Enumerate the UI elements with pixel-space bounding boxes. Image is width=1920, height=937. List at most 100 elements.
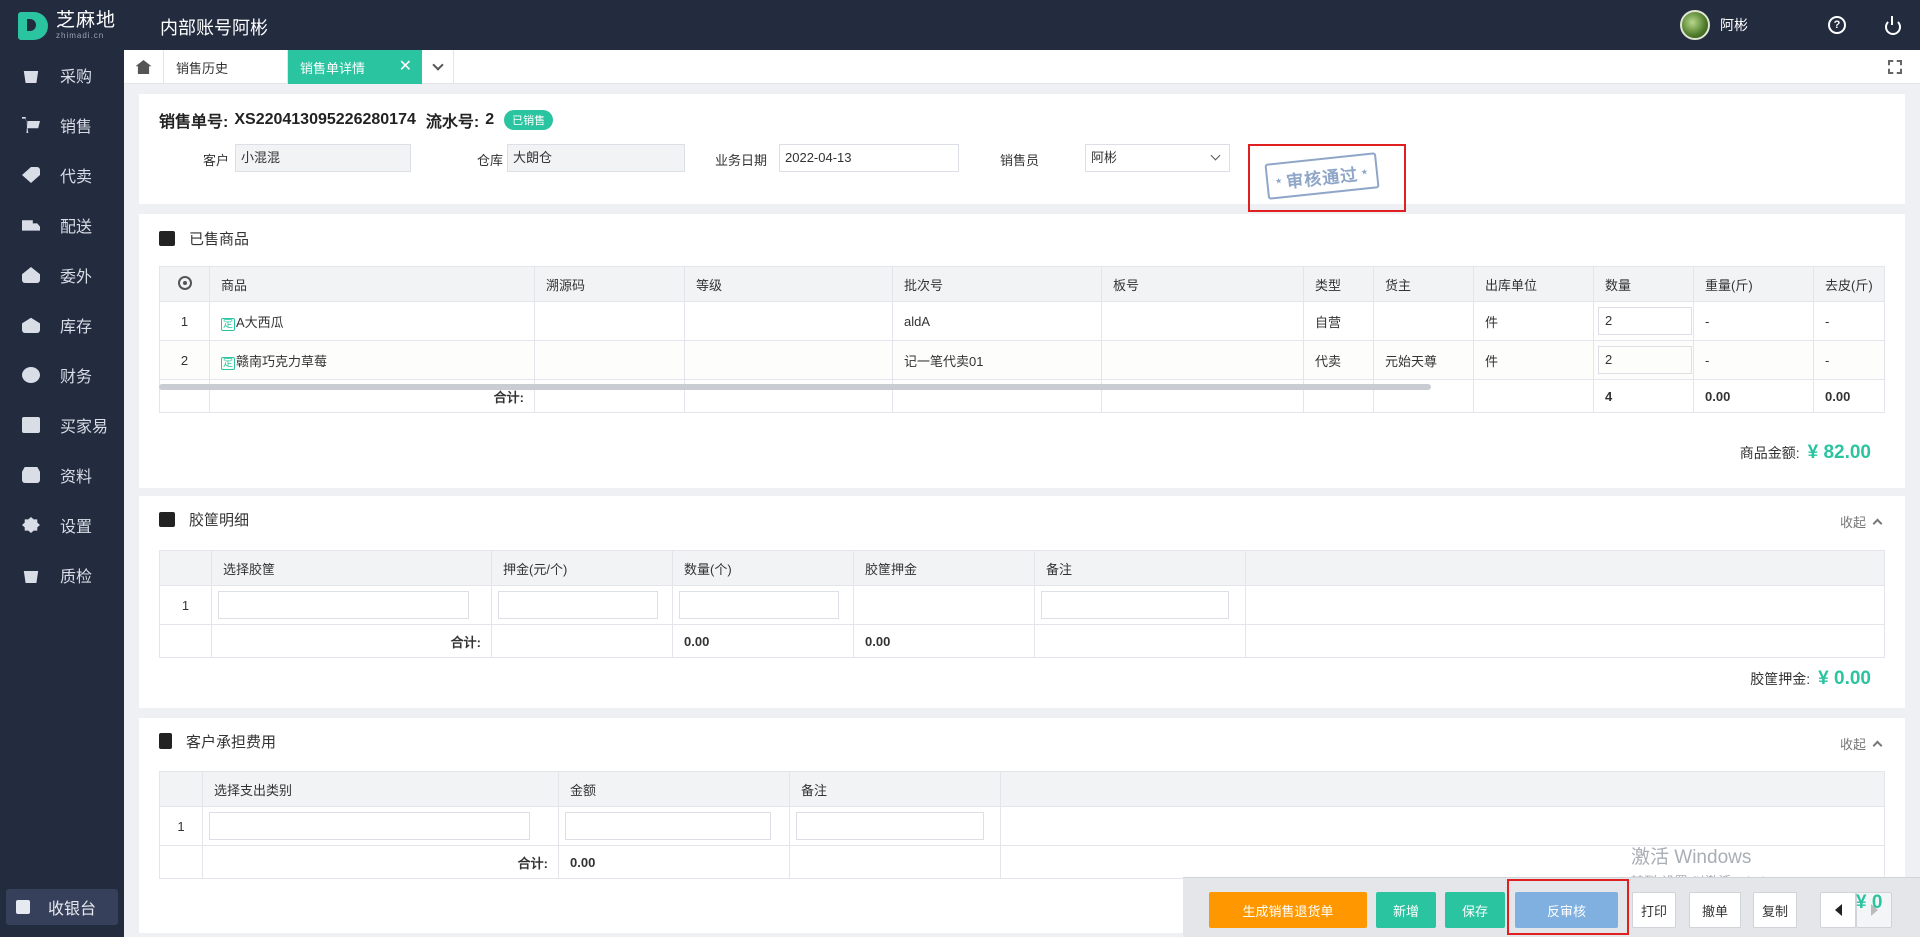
deposit-input[interactable] — [498, 591, 659, 619]
header-fields: 客户 小混混 仓库 大朗仓 业务日期 2022-04-13 销售员 阿彬 — [139, 144, 1239, 174]
total-qty: 4 — [1593, 379, 1694, 413]
fees-title: 客户承担费用 — [186, 733, 277, 751]
tab-sales-history[interactable]: 销售历史 — [164, 50, 288, 84]
customer-field[interactable]: 小混混 — [235, 144, 411, 172]
column-settings-icon[interactable] — [177, 275, 192, 290]
quantity-input[interactable]: 2 — [1598, 346, 1692, 374]
col-fee-remark: 备注 — [789, 771, 1001, 807]
logo[interactable]: 芝麻地 zhimadi.cn — [18, 11, 116, 40]
prev-button[interactable] — [1820, 892, 1856, 928]
col-weight: 重量(斤) — [1693, 266, 1814, 302]
cashier-button[interactable]: 收银台 — [6, 889, 118, 925]
logo-icon — [18, 11, 48, 40]
unaudit-highlight-frame — [1507, 879, 1629, 935]
sidebar-item-delivery[interactable]: 配送 — [0, 200, 124, 250]
col-board: 板号 — [1101, 266, 1304, 302]
user-name[interactable]: 阿彬 — [1720, 15, 1748, 35]
col-tare: 去皮(斤) — [1813, 266, 1885, 302]
fees-table: 选择支出类别 金额 备注 1 合计: 0.00 — [159, 771, 1885, 879]
col-type: 类型 — [1303, 266, 1374, 302]
cashier-icon — [16, 900, 30, 914]
crates-collapse-button[interactable]: 收起 — [1840, 512, 1883, 531]
store-icon — [22, 417, 40, 433]
tab-menu-button[interactable] — [422, 50, 454, 84]
close-icon[interactable]: ✕ — [399, 59, 412, 75]
avatar[interactable] — [1680, 10, 1710, 40]
crates-header-row: 选择胶筐 押金(元/个) 数量(个) 胶筐押金 备注 — [159, 550, 1885, 586]
account-title: 内部账号阿彬 — [160, 18, 268, 38]
quantity-input[interactable]: 2 — [1598, 307, 1692, 335]
sidebar-item-inventory[interactable]: 库存 — [0, 300, 124, 350]
logo-text: 芝麻地 — [56, 10, 117, 31]
chevron-up-icon — [1872, 518, 1883, 529]
seller-select[interactable]: 阿彬 — [1085, 144, 1230, 172]
crates-card-header: 胶筐明细 收起 — [139, 496, 1905, 542]
col-fee-amount: 金额 — [558, 771, 790, 807]
sidebar-item-consign[interactable]: 代卖 — [0, 150, 124, 200]
crate-remark-input[interactable] — [1041, 591, 1229, 619]
goods-title: 已售商品 — [189, 230, 250, 248]
fee-amount-input[interactable] — [565, 812, 772, 840]
logout-icon[interactable] — [1884, 16, 1902, 35]
home-tab[interactable] — [124, 50, 164, 84]
date-label: 业务日期 — [714, 153, 767, 168]
fees-card-header: 客户承担费用 收起 — [139, 718, 1905, 764]
sidebar-item-buyer[interactable]: 买家易 — [0, 400, 124, 450]
gear-icon — [22, 517, 40, 533]
col-crate: 选择胶筐 — [211, 550, 492, 586]
crate-select-input[interactable] — [218, 591, 470, 619]
home-icon — [135, 60, 152, 74]
goods-card: 已售商品 商品 溯源码 等级 批次号 板号 类型 货主 出库单位 数量 重量(斤… — [139, 214, 1905, 488]
print-button[interactable]: 打印 — [1632, 892, 1676, 928]
total-weight: 0.00 — [1693, 379, 1814, 413]
order-no-label: 销售单号: — [159, 114, 229, 131]
order-no: XS220413095226280174 — [234, 111, 416, 128]
sidebar-item-data[interactable]: 资料 — [0, 450, 124, 500]
date-field[interactable]: 2022-04-13 — [779, 144, 959, 172]
sidebar-item-finance[interactable]: 财务 — [0, 350, 124, 400]
save-button[interactable]: 保存 — [1445, 892, 1505, 928]
col-unit: 出库单位 — [1473, 266, 1594, 302]
revoke-button[interactable]: 撤单 — [1689, 892, 1741, 928]
order-line: 销售单号: XS220413095226280174 流水号: 2 已销售 — [159, 108, 554, 132]
sidebar: 采购 销售 代卖 配送 委外 库存 财务 买家易 资料 设置 质检 收银台 — [0, 50, 124, 937]
chevron-down-icon — [431, 59, 444, 71]
col-owner: 货主 — [1373, 266, 1474, 302]
fullscreen-icon[interactable] — [1888, 60, 1902, 74]
warehouse-field[interactable]: 大朗仓 — [507, 144, 685, 172]
sidebar-item-outsource[interactable]: 委外 — [0, 250, 124, 300]
warehouse-icon — [22, 317, 40, 333]
help-icon[interactable]: ? — [1828, 16, 1846, 34]
tabs-bar: 销售历史 销售单详情 ✕ — [124, 50, 1920, 84]
warehouse-label: 仓库 — [476, 153, 503, 168]
horizontal-scrollbar[interactable] — [159, 384, 1431, 390]
col-crate-qty: 数量(个) — [672, 550, 854, 586]
goods-header-row: 商品 溯源码 等级 批次号 板号 类型 货主 出库单位 数量 重量(斤) 去皮(… — [159, 266, 1885, 302]
order-header-card: 销售单号: XS220413095226280174 流水号: 2 已销售 客户… — [139, 94, 1905, 212]
fee-remark-input[interactable] — [796, 812, 984, 840]
crate-qty-input[interactable] — [679, 591, 840, 619]
chevron-up-icon — [1872, 740, 1883, 751]
generate-return-button[interactable]: 生成销售退货单 — [1209, 892, 1367, 928]
add-button[interactable]: 新增 — [1376, 892, 1436, 928]
fees-header-row: 选择支出类别 金额 备注 — [159, 771, 1885, 807]
fees-collapse-button[interactable]: 收起 — [1840, 734, 1883, 753]
chevron-down-icon — [1210, 150, 1221, 161]
sidebar-item-sales[interactable]: 销售 — [0, 100, 124, 150]
sidebar-item-settings[interactable]: 设置 — [0, 500, 124, 550]
table-row: 1 — [159, 806, 1885, 846]
col-trace: 溯源码 — [534, 266, 685, 302]
status-badge: 已销售 — [504, 110, 554, 130]
col-deposit-unit: 押金(元/个) — [491, 550, 673, 586]
tab-sales-detail[interactable]: 销售单详情 ✕ — [288, 50, 422, 84]
copy-button[interactable]: 复制 — [1753, 892, 1797, 928]
cart-icon — [22, 117, 40, 133]
boxes-icon — [159, 511, 175, 527]
expense-type-input[interactable] — [209, 812, 531, 840]
sidebar-item-qc[interactable]: 质检 — [0, 550, 124, 600]
sidebar-item-purchase[interactable]: 采购 — [0, 50, 124, 100]
table-row: 1 定 A大西瓜 aldA 自营 件 2 - - — [159, 301, 1885, 341]
goods-amount-value: ¥ 82.00 — [1807, 442, 1871, 463]
total-tare: 0.00 — [1813, 379, 1885, 413]
serial-no: 2 — [485, 111, 495, 128]
